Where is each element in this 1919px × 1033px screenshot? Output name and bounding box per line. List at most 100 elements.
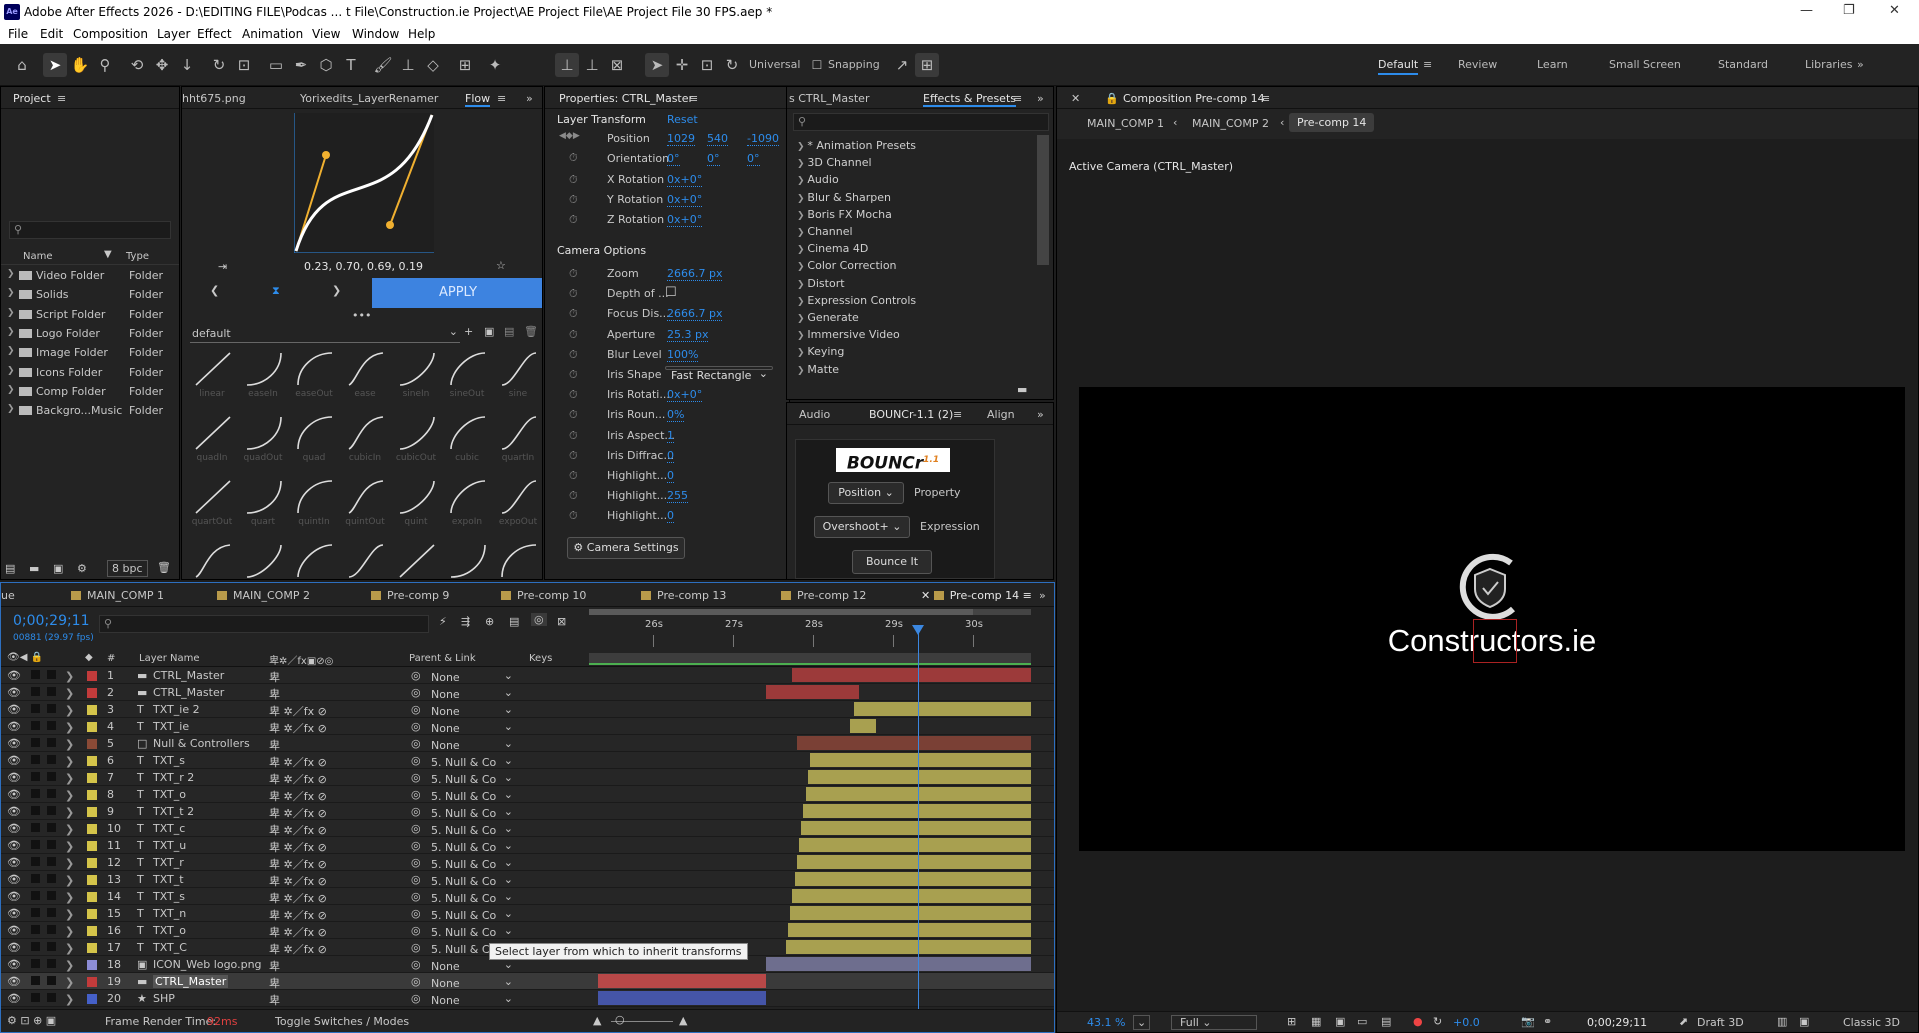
table-row[interactable]: 👁 ❯ 14 T TXT_s 卑 ✲／fx ⊘ ◎ 5. Null & Co ⌄ [1,888,1054,905]
chevron-right-icon[interactable]: ❯ [7,346,15,356]
iris-shape-select[interactable]: Fast Rectangle ⌄ [665,366,773,382]
label-color-swatch[interactable] [87,705,97,715]
project-item[interactable]: ❯ Video Folder Folder [1,267,179,285]
workspace-learn[interactable]: Learn [1537,58,1568,71]
visibility-icon[interactable]: 👁 [7,822,21,835]
expand-chevron-icon[interactable]: ❯ [65,687,74,700]
solo-box[interactable] [31,806,40,815]
expression-select[interactable]: Overshoot+ ⌄ [814,516,910,538]
tab-hht675[interactable]: hht675.png [182,92,246,105]
ease-curve-preset[interactable]: quintOut [343,477,387,529]
ease-curve-preset[interactable]: easeOut [292,349,336,401]
stopwatch-icon[interactable]: ⏱ [569,408,578,422]
layer-name[interactable]: ICON_Web logo.png [153,958,262,971]
layer-switches[interactable]: 卑 ✲／fx ⊘ [269,703,327,719]
label-color-swatch[interactable] [87,858,97,868]
effect-category[interactable]: ❯ Boris FX Mocha [797,208,892,221]
stopwatch-icon[interactable]: ⏱ [569,267,578,281]
crumb-pre-comp-14[interactable]: Pre-comp 14 [1289,113,1375,132]
timeline-tab[interactable]: Pre-comp 13 [641,589,726,602]
solo-box[interactable] [31,772,40,781]
solo-box[interactable] [31,874,40,883]
ease-curve-preset[interactable]: sine [496,349,540,401]
expand-chevron-icon[interactable]: ❯ [65,857,74,870]
layer-duration-bar[interactable] [796,855,1031,869]
ease-curve-preset[interactable]: quadIn [190,413,234,465]
label-color-swatch[interactable] [87,773,97,783]
ease-curve-preset-more[interactable] [190,541,234,579]
close-icon[interactable]: ✕ [921,589,934,602]
zoom-out-icon[interactable]: ▲ [593,1014,601,1027]
visibility-icon[interactable]: 👁 [7,669,21,682]
reset-link[interactable]: Reset [667,113,698,126]
channel-icon[interactable]: ▤ [1381,1015,1391,1028]
navigator-range[interactable] [589,609,973,615]
show-snapshot-icon[interactable]: ⚭ [1543,1015,1552,1028]
layer-duration-bar[interactable] [794,872,1031,886]
pickwhip-icon[interactable]: ◎ [411,788,421,801]
pickwhip-icon[interactable]: ◎ [411,958,421,971]
stopwatch-icon[interactable]: ⏱ [569,469,578,483]
tab-audio[interactable]: Audio [799,408,830,421]
ease-curve-preset[interactable]: expoOut [496,477,540,529]
expand-chevron-icon[interactable]: ❯ [65,993,74,1006]
effect-category[interactable]: ❯ * Animation Presets [797,139,916,152]
zoom-tool-icon[interactable]: ⚲ [93,53,117,77]
frame-blend-icon[interactable]: ⇶ [461,615,470,628]
pickwhip-icon[interactable]: ◎ [411,720,421,733]
layer-duration-bar[interactable] [796,736,1031,750]
lock-box[interactable] [47,874,56,883]
layer-duration-bar[interactable] [765,957,1031,971]
table-row[interactable]: 👁 ❯ 19 ▬ CTRL_Master 卑 ◎ None ⌄ [1,973,1054,990]
lock-box[interactable] [47,806,56,815]
layer-name[interactable]: TXT_s [153,890,185,903]
label-color-swatch[interactable] [87,960,97,970]
layer-name[interactable]: TXT_u [153,839,186,852]
expand-chevron-icon[interactable]: ❯ [65,755,74,768]
visibility-icon[interactable]: 👁 [7,788,21,801]
lock-box[interactable] [47,755,56,764]
ease-curve-preset-more[interactable] [445,541,489,579]
menu-effect[interactable]: Effect [197,27,232,41]
shy-icon[interactable]: ⚡ [439,615,447,628]
panel-menu-icon[interactable]: ≡ [57,92,66,105]
graph-editor-icon[interactable]: ⊠ [557,615,566,628]
rotation-value[interactable]: 0x+0° [667,193,703,207]
table-row[interactable]: 👁 ❯ 7 T TXT_r 2 卑 ✲／fx ⊘ ◎ 5. Null & Co ⌄ [1,769,1054,786]
visibility-icon[interactable]: 👁 [7,686,21,699]
workspace-libraries[interactable]: Libraries [1805,58,1853,71]
layer-name[interactable]: CTRL_Master [153,669,224,682]
solo-box[interactable] [31,976,40,985]
layer-switches[interactable]: 卑 ✲／fx ⊘ [269,720,327,736]
workspace-review[interactable]: Review [1458,58,1497,71]
effect-category[interactable]: ❯ Expression Controls [797,294,916,307]
new-comp-icon[interactable]: ▣ [53,562,63,575]
chevron-right-icon[interactable]: ❯ [7,269,15,279]
menu-layer[interactable]: Layer [157,27,190,41]
pickwhip-icon[interactable]: ◎ [411,856,421,869]
ease-curve-preset[interactable]: quadOut [241,413,285,465]
ease-curve-preset[interactable]: quint [394,477,438,529]
rotate-tool-icon[interactable]: ↻ [207,53,231,77]
effect-category[interactable]: ❯ Keying [797,345,844,358]
crumb-main-comp-2[interactable]: MAIN_COMP 2 [1192,117,1269,130]
brush-tool-icon[interactable]: 🖌 [371,53,395,77]
layer-name[interactable]: SHP [153,992,175,1005]
camera-option-value[interactable]: 0 [667,509,674,524]
solo-box[interactable] [31,687,40,696]
menu-composition[interactable]: Composition [73,27,148,41]
menu-help[interactable]: Help [408,27,435,41]
camera-option-value[interactable]: 0 [667,469,674,483]
layer-switches[interactable]: 卑 ✲／fx ⊘ [269,873,327,889]
zoom-dropdown-icon[interactable]: ⌄ [1133,1015,1151,1030]
layer-duration-bar[interactable] [785,940,1031,954]
maximize-icon[interactable]: ❐ [1843,3,1855,18]
stopwatch-icon[interactable]: ⏱ [569,449,578,463]
visibility-icon[interactable]: 👁 [7,958,21,971]
layer-switches[interactable]: 卑 ✲／fx ⊘ [269,839,327,855]
layer-name[interactable]: TXT_ie [153,720,189,733]
lock-box[interactable] [47,840,56,849]
settings-icon[interactable]: ⚙ [77,562,87,575]
keyframe-nav-icon[interactable]: ◀◆▶ [559,131,580,141]
layer-name[interactable]: TXT_t 2 [153,805,194,818]
